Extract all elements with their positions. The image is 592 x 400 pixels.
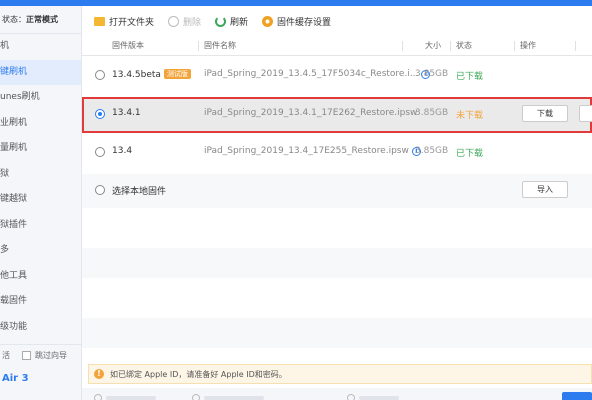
sidebar-item[interactable]: 机 (0, 34, 81, 60)
delete-label: 删除 (183, 17, 202, 28)
firmware-row[interactable]: 13.4.5beta 测试版 iPad_Spring_2019_13.4.5_17… (82, 57, 592, 93)
header-divider (198, 41, 199, 51)
sidebar: 状态：正常模式 机键刷机 unes刷机 业刷机 量刷机狱键越狱 狱插件多他工具 载固件 级功… (0, 6, 82, 400)
empty-row (82, 248, 592, 278)
notice-text: 如已绑定 Apple ID，请准备好 Apple ID和密码。 (110, 369, 287, 379)
header-version: 固件版本 (112, 41, 144, 50)
refresh-icon (215, 15, 227, 27)
sidebar-partial-text: 活 (2, 351, 10, 360)
header-divider (514, 41, 515, 51)
refresh-button[interactable]: 刷新 (215, 15, 248, 28)
open-folder-label: 打开文件夹 (109, 17, 155, 28)
sidebar-bottom: 活 跳过向导 Air 3 (0, 344, 82, 392)
sidebar-item[interactable]: 他工具 (0, 264, 81, 290)
name-text: iPad_Spring_2019_13.4.5_17F5034c_Restore… (204, 69, 419, 79)
footer-radio[interactable] (94, 394, 102, 400)
sidebar-item[interactable]: unes刷机 (0, 85, 81, 111)
firmware-size: 3.85GB (415, 69, 449, 79)
header-divider (402, 41, 403, 51)
local-firmware-row[interactable]: 选择本地固件 导入 (82, 174, 592, 208)
open-folder-button[interactable]: 打开文件夹 (94, 15, 154, 28)
firmware-status: 已下载 (456, 149, 484, 159)
import-button[interactable]: 导入 (522, 181, 568, 198)
footer-option-label (204, 396, 264, 400)
sidebar-item[interactable]: 载固件 (0, 289, 81, 315)
firmware-version: 13.4 (112, 146, 133, 156)
warning-icon: ! (94, 369, 104, 379)
sidebar-item[interactable]: 量刷机 (0, 136, 81, 162)
name-text: iPad_Spring_2019_13.4_17E255_Restore.ips… (204, 146, 409, 156)
cache-settings-button[interactable]: 固件缓存设置 (262, 15, 331, 28)
apple-id-notice: ! 如已绑定 Apple ID，请准备好 Apple ID和密码。 (88, 364, 592, 384)
header-divider (450, 41, 451, 51)
skip-wizard-label: 跳过向导 (35, 351, 67, 360)
toolbar: 打开文件夹 删除 刷新 固件缓存设置 (82, 6, 592, 36)
firmware-radio[interactable] (95, 109, 105, 119)
firmware-version: 13.4.1 (112, 108, 141, 118)
device-name: Air 3 (2, 373, 29, 384)
sidebar-item[interactable]: 键刷机 (0, 59, 81, 85)
empty-row (82, 318, 592, 348)
gear-icon (262, 15, 274, 27)
footer-radio[interactable] (347, 394, 355, 400)
folder-icon (94, 16, 105, 26)
header-divider (575, 41, 576, 51)
skip-wizard-checkbox[interactable] (22, 351, 31, 360)
sidebar-item[interactable]: 键越狱 (0, 187, 81, 213)
version-text: 13.4.5beta (112, 70, 161, 80)
beta-badge: 测试版 (163, 69, 191, 79)
status-value: 正常模式 (26, 15, 58, 24)
firmware-status: 未下载 (456, 111, 484, 121)
local-firmware-radio[interactable] (95, 185, 105, 195)
delete-icon (168, 15, 180, 27)
firmware-version: 13.4.5beta 测试版 (112, 69, 191, 80)
footer-options (82, 388, 592, 400)
local-firmware-label: 选择本地固件 (112, 187, 167, 197)
footer-option-label (106, 396, 156, 400)
start-flash-button[interactable] (562, 392, 592, 400)
download-button[interactable]: 下载 (522, 105, 568, 122)
footer-radio[interactable] (192, 394, 200, 400)
firmware-row-selected[interactable]: 13.4.1 iPad_Spring_2019_13.4.1_17E262_Re… (82, 97, 592, 133)
table-header: 固件版本 固件名称 大小 状态 操作 (82, 36, 592, 56)
sidebar-menu: 机键刷机 unes刷机 业刷机 量刷机狱键越狱 狱插件多他工具 载固件 级功能 (0, 34, 81, 340)
skip-wizard-row: 活 跳过向导 (0, 344, 82, 366)
secondary-action-button[interactable] (579, 105, 592, 122)
firmware-name: iPad_Spring_2019_13.4.5_17F5034c_Restore… (204, 69, 431, 79)
firmware-name: iPad_Spring_2019_13.4_17E255_Restore.ips… (204, 146, 421, 156)
firmware-status: 已下载 (456, 72, 484, 82)
sidebar-item[interactable]: 狱 (0, 162, 81, 188)
cache-settings-label: 固件缓存设置 (277, 17, 332, 28)
firmware-radio[interactable] (95, 70, 105, 80)
sidebar-item[interactable]: 多 (0, 238, 81, 264)
sidebar-item[interactable]: 业刷机 (0, 111, 81, 137)
sidebar-item[interactable]: 级功能 (0, 315, 81, 341)
footer-option-label (359, 396, 399, 400)
device-status: 状态：正常模式 (0, 6, 81, 34)
firmware-size: 3.85GB (415, 108, 449, 118)
refresh-label: 刷新 (230, 17, 249, 28)
firmware-name: iPad_Spring_2019_13.4.1_17E262_Restore.i… (204, 108, 418, 118)
firmware-row[interactable]: 13.4 iPad_Spring_2019_13.4_17E255_Restor… (82, 136, 592, 170)
header-status: 状态 (456, 41, 472, 50)
delete-button[interactable]: 删除 (168, 15, 201, 28)
firmware-radio[interactable] (95, 147, 105, 157)
header-name: 固件名称 (204, 41, 236, 50)
status-prefix: 状态： (2, 15, 26, 24)
sidebar-item[interactable]: 狱插件 (0, 213, 81, 239)
header-size: 大小 (425, 41, 441, 50)
header-action: 操作 (520, 41, 536, 50)
firmware-size: 3.85GB (415, 146, 449, 156)
